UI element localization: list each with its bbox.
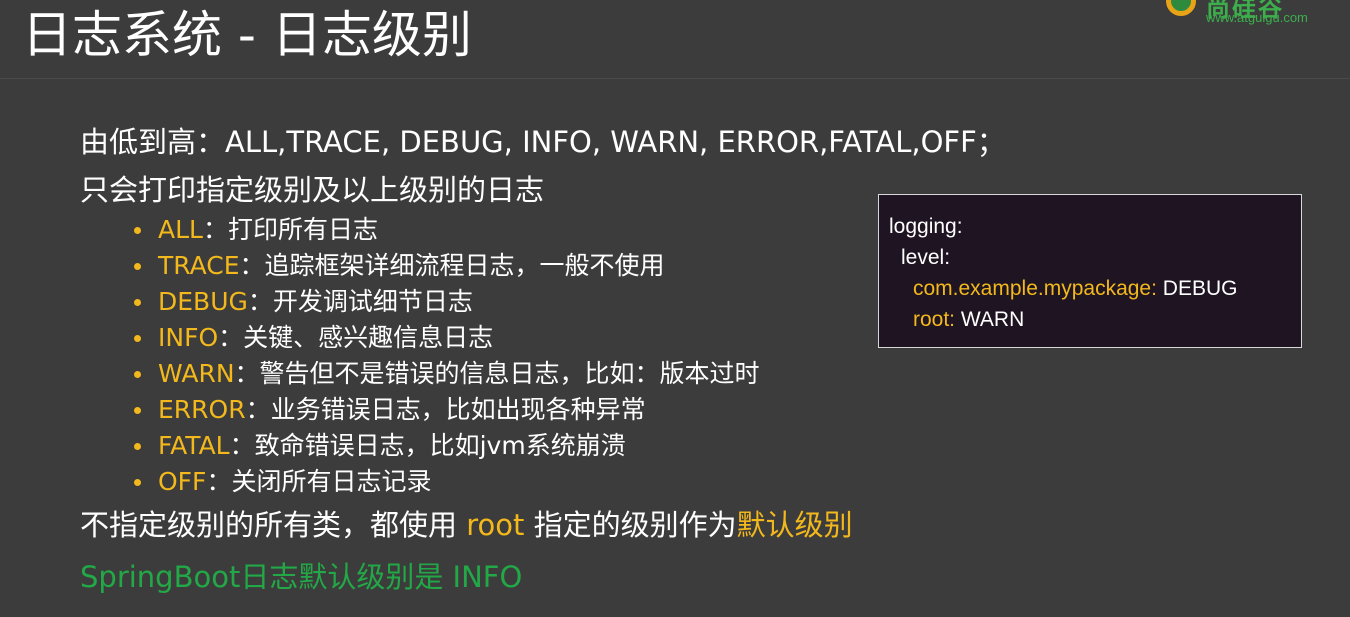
bullet-icon bbox=[134, 263, 141, 270]
level-desc: ：警告但不是错误的信息日志，比如：版本过时 bbox=[234, 359, 760, 388]
list-item: ERROR：业务错误日志，比如出现各种异常 bbox=[130, 392, 760, 428]
print-rule-text: 只会打印指定级别及以上级别的日志 bbox=[80, 173, 545, 207]
code-line-level: level: bbox=[901, 246, 951, 269]
level-desc: ：业务错误日志，比如出现各种异常 bbox=[245, 395, 646, 424]
level-name: ALL bbox=[158, 215, 203, 244]
level-range-text: 由低到高：ALL,TRACE, DEBUG, INFO, WARN, ERROR… bbox=[80, 125, 1006, 159]
code-root-value: WARN bbox=[955, 308, 1025, 331]
bullet-icon bbox=[134, 299, 141, 306]
root-text-part1: 不指定级别的所有类，都使用 bbox=[80, 508, 467, 542]
level-name: ERROR bbox=[158, 395, 246, 424]
code-line-root: root: WARN bbox=[879, 304, 1301, 335]
code-line-package: com.example.mypackage: DEBUG bbox=[879, 273, 1301, 304]
logo-mark-icon bbox=[1166, 0, 1196, 16]
level-desc: ：关键、感兴趣信息日志 bbox=[218, 323, 494, 352]
bullet-icon bbox=[134, 443, 141, 450]
code-root-key: root: bbox=[913, 308, 956, 331]
level-list: ALL：打印所有日志 TRACE：追踪框架详细流程日志，一般不使用 DEBUG：… bbox=[130, 212, 760, 500]
list-item: ALL：打印所有日志 bbox=[130, 212, 760, 248]
bullet-icon bbox=[134, 407, 141, 414]
list-item: OFF：关闭所有日志记录 bbox=[130, 464, 760, 500]
config-code-block: logging: level: com.example.mypackage: D… bbox=[878, 194, 1302, 348]
slide-title: 日志系统 - 日志级别 bbox=[22, 6, 472, 64]
level-desc: ：关闭所有日志记录 bbox=[206, 467, 432, 496]
code-line-logging: logging: bbox=[889, 215, 963, 238]
springboot-default-text: SpringBoot日志默认级别是 INFO bbox=[80, 560, 523, 594]
list-item: FATAL：致命错误日志，比如jvm系统崩溃 bbox=[130, 428, 760, 464]
code-package-key: com.example.mypackage: bbox=[913, 277, 1157, 300]
level-name: INFO bbox=[158, 323, 219, 352]
bullet-icon bbox=[134, 479, 141, 486]
level-desc: ：致命错误日志，比如jvm系统崩溃 bbox=[229, 431, 626, 460]
list-item: TRACE：追踪框架详细流程日志，一般不使用 bbox=[130, 248, 760, 284]
bullet-icon bbox=[134, 335, 141, 342]
level-desc: ：追踪框架详细流程日志，一般不使用 bbox=[239, 251, 665, 280]
root-text-part2: 指定的级别作为 bbox=[524, 508, 737, 542]
default-level-keyword: 默认级别 bbox=[736, 508, 853, 542]
root-default-text: 不指定级别的所有类，都使用 root 指定的级别作为默认级别 bbox=[80, 503, 853, 547]
level-name: OFF bbox=[158, 467, 207, 496]
title-divider bbox=[0, 78, 1350, 79]
list-item: INFO：关键、感兴趣信息日志 bbox=[130, 320, 760, 356]
root-keyword: root bbox=[466, 508, 525, 542]
level-desc: ：开发调试细节日志 bbox=[247, 287, 473, 316]
bullet-icon bbox=[134, 371, 141, 378]
logo-url-text: www.atguigu.com bbox=[1206, 10, 1308, 25]
level-name: WARN bbox=[158, 359, 235, 388]
brand-logo: 尚硅谷 www.atguigu.com bbox=[1162, 0, 1332, 26]
level-desc: ：打印所有日志 bbox=[202, 215, 378, 244]
level-name: FATAL bbox=[158, 431, 230, 460]
bullet-icon bbox=[134, 227, 141, 234]
list-item: DEBUG：开发调试细节日志 bbox=[130, 284, 760, 320]
level-name: TRACE bbox=[158, 251, 240, 280]
list-item: WARN：警告但不是错误的信息日志，比如：版本过时 bbox=[130, 356, 760, 392]
level-name: DEBUG bbox=[158, 287, 248, 316]
code-package-value: DEBUG bbox=[1156, 277, 1238, 300]
